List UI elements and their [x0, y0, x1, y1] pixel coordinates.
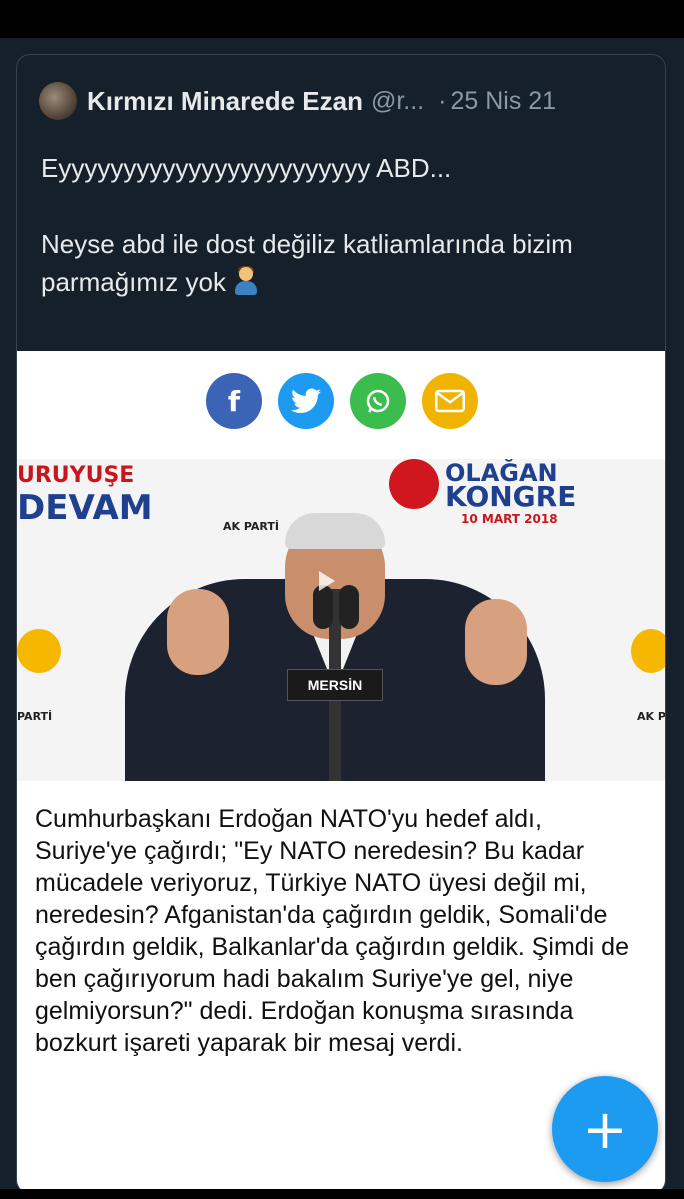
avatar[interactable]	[39, 82, 77, 120]
share-buttons: f	[17, 373, 665, 429]
quoted-tweet-card[interactable]: Kırmızı Minarede Ezan @r... · 25 Nis 21 …	[16, 54, 666, 1194]
podium-sign: MERSİN	[287, 669, 383, 701]
ak-parti-logo-icon	[631, 629, 665, 673]
navigation-bar	[0, 1189, 684, 1199]
twitter-share-button[interactable]	[278, 373, 334, 429]
email-share-button[interactable]	[422, 373, 478, 429]
speaker-figure: MERSİN	[125, 513, 545, 781]
tweet-text-paragraph: Neyse abd ile dost değiliz katliamlarınd…	[41, 225, 645, 301]
ak-parti-logo-icon	[17, 629, 61, 673]
tweet-text-line: Neyse abd ile dost değiliz katliamlarınd…	[41, 229, 573, 297]
whatsapp-share-button[interactable]	[350, 373, 406, 429]
twitter-bird-icon	[291, 388, 321, 413]
compose-fab-button[interactable]: +	[552, 1076, 658, 1182]
party-label: AK P	[637, 710, 666, 723]
congress-logo	[389, 459, 439, 509]
banner-text: URUYUŞE	[17, 463, 135, 488]
party-label: PARTİ	[17, 710, 53, 723]
display-name[interactable]: Kırmızı Minarede Ezan	[87, 86, 363, 117]
play-icon	[319, 571, 335, 591]
timeline-screen: Kırmızı Minarede Ezan @r... · 25 Nis 21 …	[0, 38, 684, 1194]
banner-text: KONGRE	[445, 480, 577, 513]
whatsapp-icon	[366, 389, 390, 413]
separator-dot: ·	[438, 86, 447, 115]
facepalm-emoji-icon	[233, 266, 259, 295]
tweet-date[interactable]: 25 Nis 21	[450, 87, 556, 116]
tweet-body: Eyyyyyyyyyyyyyyyyyyyyyyyy ABD... Neyse a…	[41, 149, 645, 301]
tweet-header: Kırmızı Minarede Ezan @r... · 25 Nis 21	[39, 81, 645, 121]
news-photo[interactable]: URUYUŞE DEVAM AK PARTİ OLAĞAN KONGRE 10 …	[17, 459, 666, 781]
status-bar	[0, 0, 684, 38]
envelope-icon	[435, 389, 465, 413]
user-handle: @r...	[370, 86, 425, 115]
tweet-text-line: Eyyyyyyyyyyyyyyyyyyyyyyyy ABD...	[41, 153, 452, 183]
facebook-icon: f	[227, 384, 241, 418]
article-text: Cumhurbaşkanı Erdoğan NATO'yu hedef aldı…	[35, 805, 629, 1057]
facebook-share-button[interactable]: f	[206, 373, 262, 429]
embedded-article[interactable]: f URUYUŞE DEVAM AK PARTİ OLAĞAN KONGRE 1…	[17, 351, 666, 1193]
